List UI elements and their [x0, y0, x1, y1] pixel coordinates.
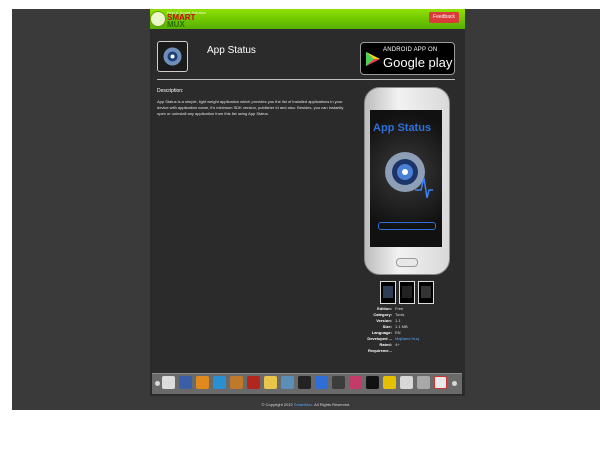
detail-value-language: EN [395, 330, 401, 335]
carousel-app-icon[interactable] [281, 376, 294, 389]
site-logo[interactable]: Find & Smart Solution SMART MUX [150, 10, 220, 29]
app-icon [157, 41, 188, 72]
carousel-next-button[interactable] [452, 381, 457, 386]
carousel-app-icon[interactable] [417, 376, 430, 389]
gear-status-icon [163, 47, 182, 66]
carousel-app-icon[interactable] [230, 376, 243, 389]
detail-label-category: Category: [373, 312, 392, 317]
carousel-app-icon[interactable] [383, 376, 396, 389]
footer-copyright: © Copyright 2012 SmartMux. All Rights Re… [0, 402, 612, 407]
detail-label-rated: Rated: [379, 342, 392, 347]
detail-label-language: Language: [371, 330, 392, 335]
description-text: App Status is a simple, light weight app… [157, 99, 344, 116]
thumb-image [402, 286, 412, 298]
carousel-app-icon[interactable] [400, 376, 413, 389]
copyright-prefix: © Copyright 2012 [261, 402, 293, 407]
carousel-app-icon[interactable] [434, 376, 447, 389]
detail-value-version: 1.1 [395, 318, 401, 323]
phone-screen-button [378, 222, 436, 230]
thumb-image [383, 286, 393, 298]
google-play-triangle-icon [366, 52, 380, 66]
detail-value-edition: Free [395, 306, 404, 311]
detail-label-size: Size: [382, 324, 392, 329]
carousel-app-icon[interactable] [247, 376, 260, 389]
divider [157, 79, 455, 80]
screenshot-thumb-1[interactable] [380, 281, 396, 304]
phone-home-button [396, 258, 418, 267]
carousel-app-icon[interactable] [179, 376, 192, 389]
carousel-app-icon[interactable] [196, 376, 209, 389]
carousel-app-icon[interactable] [298, 376, 311, 389]
gear-icon [385, 152, 433, 199]
carousel-app-icon[interactable] [264, 376, 277, 389]
detail-label-requirements: Requireme... [367, 348, 392, 353]
carousel-app-icon[interactable] [349, 376, 362, 389]
detail-value-rated: 4+ [395, 342, 400, 347]
carousel-app-icon[interactable] [366, 376, 379, 389]
detail-label-version: Version: [376, 318, 392, 323]
developer-link[interactable]: Majharul Huq [395, 336, 419, 341]
thumb-image [421, 286, 431, 298]
copyright-suffix: . All Rights Reserved. [312, 402, 351, 407]
badge-line-1: ANDROID APP ON [383, 47, 438, 53]
carousel-prev-button[interactable] [155, 381, 160, 386]
logo-word-2: MUX [167, 20, 185, 29]
carousel-app-icon[interactable] [162, 376, 175, 389]
detail-label-developer: Developed ... [367, 336, 392, 341]
feedback-button[interactable]: Feedback [429, 12, 459, 23]
carousel-app-icon[interactable] [315, 376, 328, 389]
app-title: App Status [207, 45, 256, 56]
badge-line-2: Google play [383, 55, 453, 70]
detail-value-category: Tools [395, 312, 405, 317]
carousel-app-icon[interactable] [332, 376, 345, 389]
footer-brand-link[interactable]: SmartMux [294, 402, 312, 407]
google-play-badge[interactable]: ANDROID APP ON Google play [360, 42, 455, 75]
screenshot-thumb-2[interactable] [399, 281, 415, 304]
description-heading: Description: [157, 88, 184, 94]
screenshot-thumb-3[interactable] [418, 281, 434, 304]
carousel-app-icon[interactable] [213, 376, 226, 389]
detail-value-size: 1.1 MB [395, 324, 408, 329]
detail-label-edition: Edition: [377, 306, 392, 311]
phone-screen-title: App Status [373, 122, 432, 134]
smartmux-logo-icon [150, 11, 166, 27]
